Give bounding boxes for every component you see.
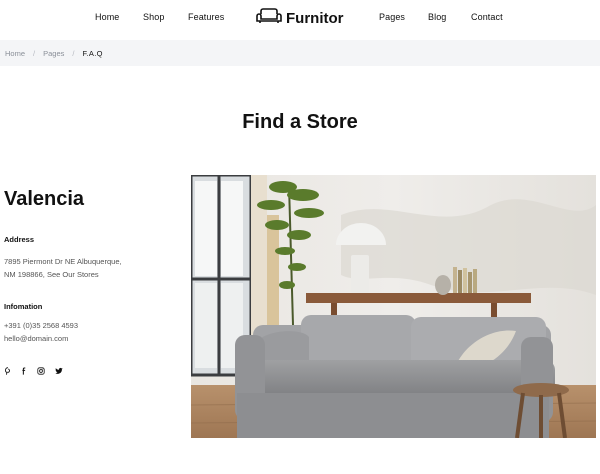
sofa-icon: [256, 7, 282, 30]
nav-blog[interactable]: Blog: [428, 12, 446, 22]
breadcrumb-separator: /: [72, 48, 75, 58]
logo-text: Furnitor: [286, 9, 344, 27]
nav-shop[interactable]: Shop: [143, 12, 164, 22]
breadcrumb-current: F.A.Q: [82, 48, 103, 58]
page-title: Find a Store: [242, 111, 358, 133]
twitter-icon[interactable]: [54, 366, 63, 375]
address-label: Address: [4, 235, 35, 244]
store-email[interactable]: hello@domain.com: [4, 334, 68, 343]
address-line-1: 7895 Piermont Dr NE Albuquerque,: [4, 257, 122, 266]
store-image: [191, 175, 596, 438]
information-label: Infomation: [4, 302, 43, 311]
address-line-2: NM 198866, See Our Stores: [4, 270, 99, 279]
nav-home[interactable]: Home: [95, 12, 119, 22]
logo[interactable]: Furnitor: [256, 7, 344, 30]
site-header: Home Shop Features Furnitor Pages Blog C…: [0, 0, 600, 40]
pinterest-icon[interactable]: [3, 366, 12, 375]
nav-pages[interactable]: Pages: [379, 12, 405, 22]
store-phone[interactable]: +391 (0)35 2568 4593: [4, 321, 78, 330]
nav-contact[interactable]: Contact: [471, 12, 503, 22]
breadcrumb-separator: /: [33, 48, 36, 58]
breadcrumb: Home / Pages / F.A.Q: [0, 40, 600, 66]
store-city: Valencia: [4, 188, 85, 210]
instagram-icon[interactable]: [36, 366, 45, 375]
breadcrumb-home[interactable]: Home: [5, 49, 25, 58]
breadcrumb-pages[interactable]: Pages: [43, 49, 64, 58]
nav-features[interactable]: Features: [188, 12, 224, 22]
facebook-icon[interactable]: [19, 366, 28, 375]
